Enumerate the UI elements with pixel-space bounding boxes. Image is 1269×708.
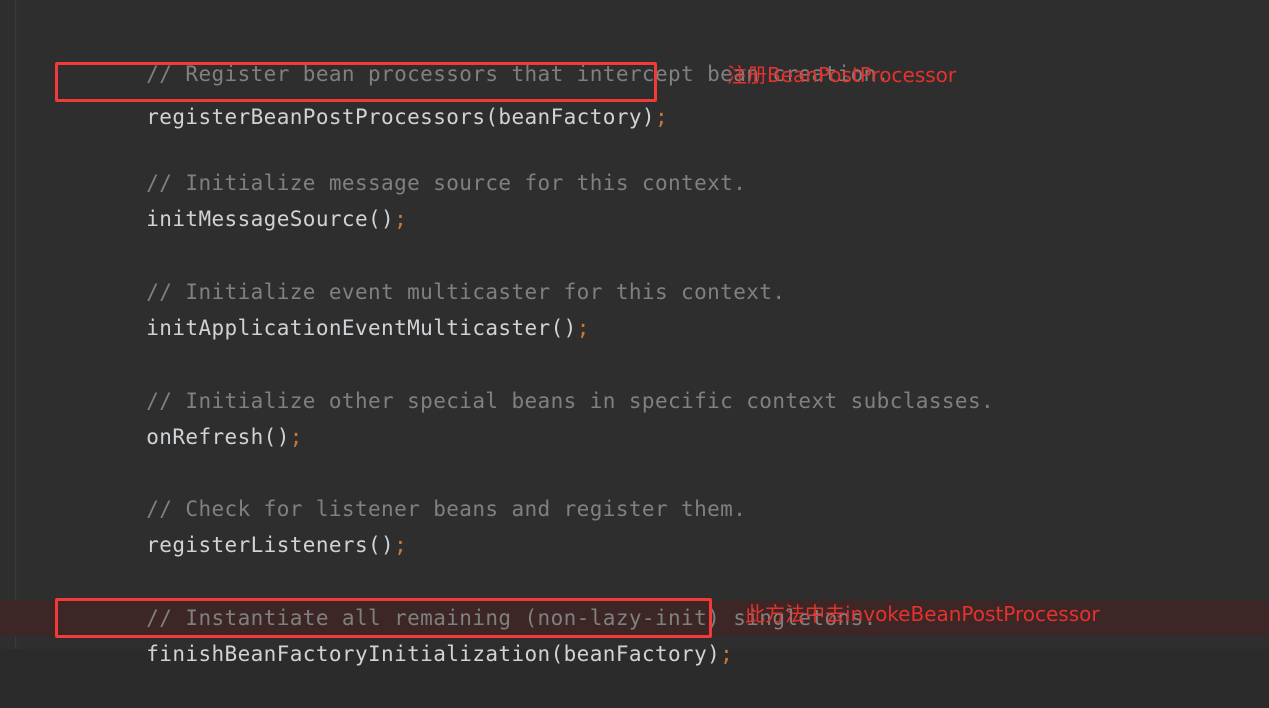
code-statement-text: registerBeanPostProcessors(beanFactory) (146, 105, 655, 129)
highlight-box-finish-bean-factory-initialization (55, 598, 712, 638)
code-statement-text: registerListeners() (146, 533, 395, 557)
annotation-invoke-bean-post-processor: 此方法中去invokeBeanPostProcessor (745, 602, 1100, 626)
code-statement-text: initApplicationEventMulticaster() (146, 316, 577, 340)
code-statement-terminator: ; (720, 642, 734, 666)
code-statement-terminator: ; (654, 105, 668, 129)
annotation-register-bean-post-processor: 注册BeanPostProcessor (727, 63, 957, 87)
code-statement-text: onRefresh() (146, 425, 290, 449)
code-statement-terminator: ; (394, 533, 408, 557)
code-statement-text: finishBeanFactoryInitialization(beanFact… (146, 642, 721, 666)
code-editor-view: // Register bean processors that interce… (0, 0, 1269, 666)
code-statement-text: initMessageSource() (146, 207, 395, 231)
code-statement-terminator: ; (394, 207, 408, 231)
highlight-box-register-bean-post-processors (55, 62, 657, 102)
code-statement-terminator: ; (289, 425, 303, 449)
code-statement-terminator: ; (576, 316, 590, 340)
